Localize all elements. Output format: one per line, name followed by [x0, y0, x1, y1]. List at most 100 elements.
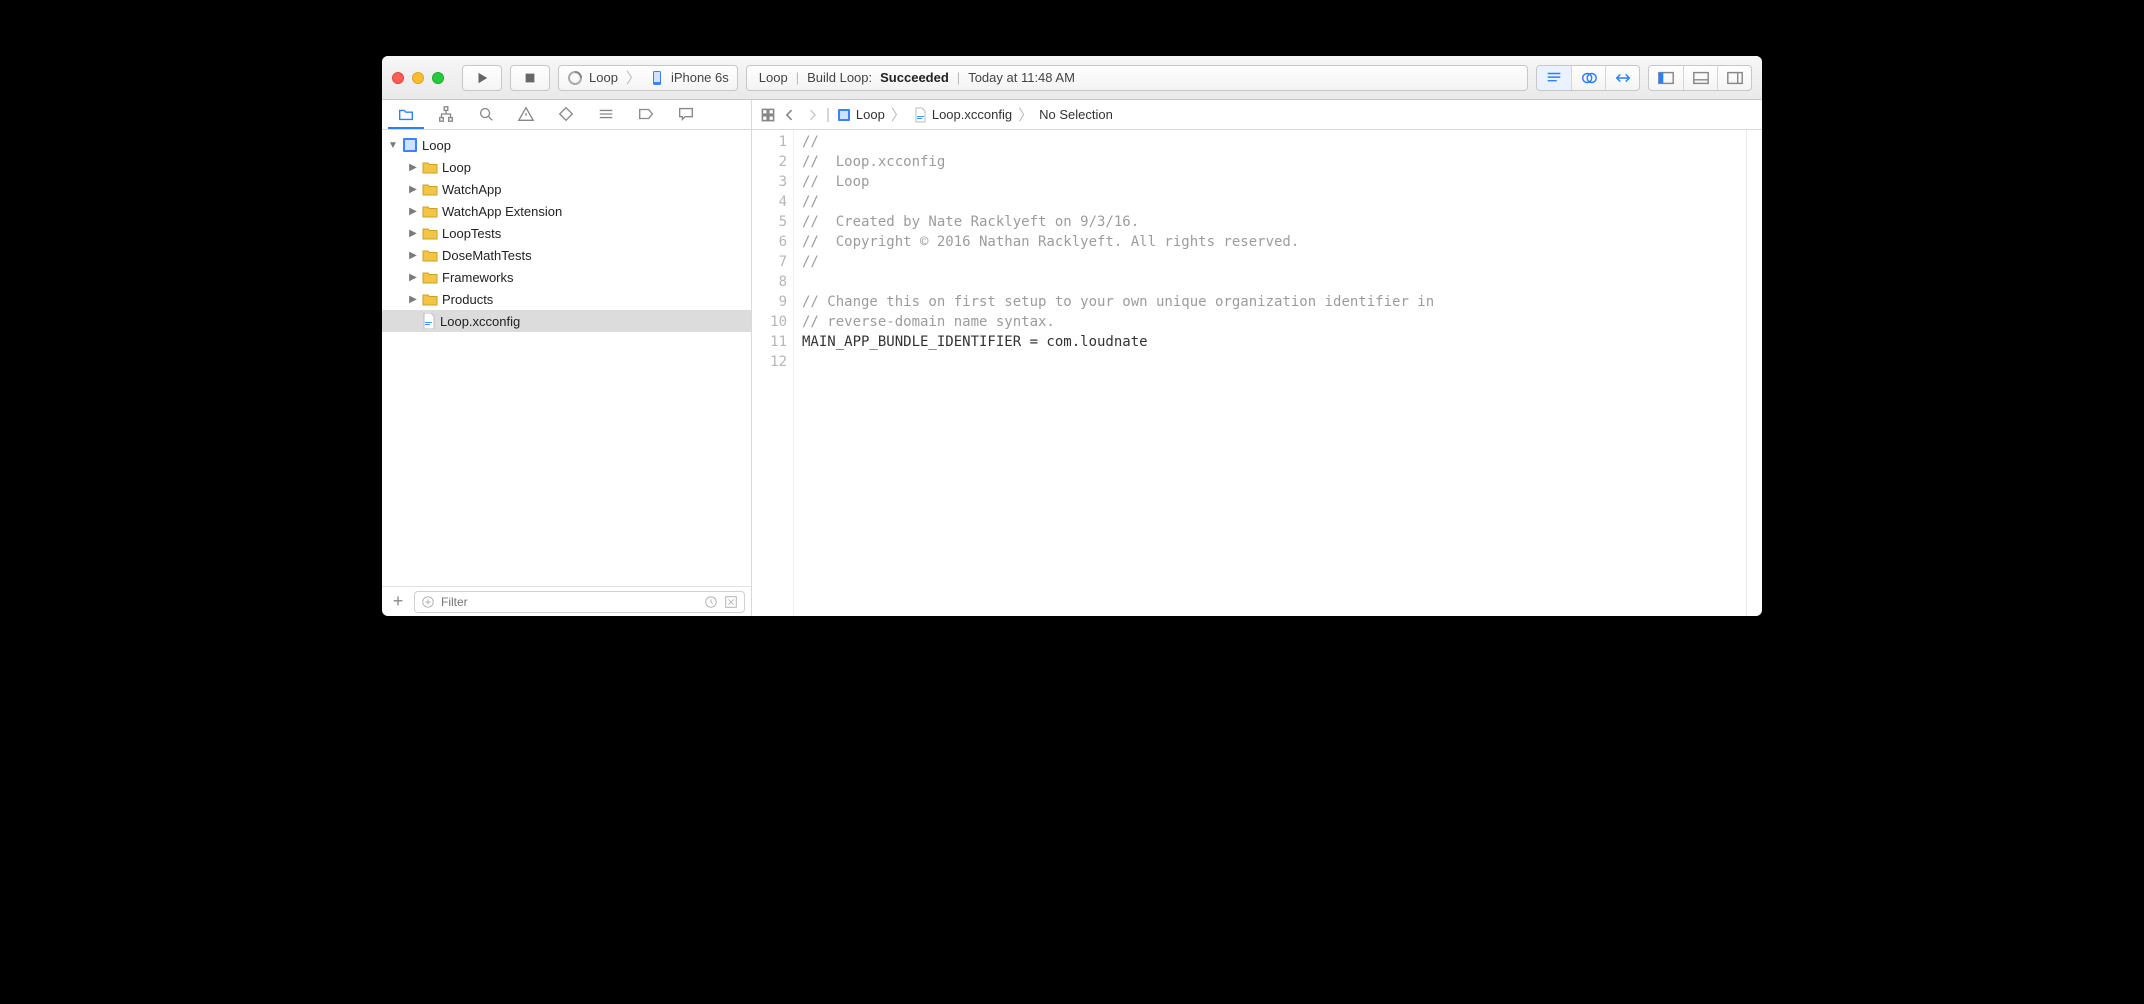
source-editor[interactable]: 123456789101112 //// Loop.xcconfig// Loo… — [752, 130, 1746, 616]
project-icon — [402, 137, 418, 153]
editor-mode-segment — [1536, 65, 1640, 91]
breadcrumb-file[interactable]: Loop.xcconfig — [912, 107, 1012, 123]
report-navigator-tab[interactable] — [668, 101, 704, 129]
venn-icon — [1580, 69, 1598, 87]
bottom-panel-icon — [1692, 69, 1710, 87]
scheme-icon — [567, 70, 583, 86]
filter-input[interactable] — [441, 595, 698, 609]
folder-label: WatchApp — [442, 182, 502, 197]
stop-icon — [523, 71, 537, 85]
project-tree[interactable]: ▼ Loop ▶Loop▶WatchApp▶WatchApp Extension… — [382, 130, 751, 586]
project-root-row[interactable]: ▼ Loop — [382, 134, 751, 156]
disclosure-triangle-icon[interactable]: ▶ — [408, 294, 418, 305]
warning-icon — [517, 105, 535, 123]
play-icon — [475, 71, 489, 85]
xcode-window: Loop 〉 iPhone 6s Loop | Build Loop: Succ… — [382, 56, 1762, 616]
left-panel-icon — [1657, 69, 1675, 87]
folder-icon — [422, 292, 438, 306]
navigator-filter-bar: + — [382, 586, 751, 616]
disclosure-triangle-icon[interactable]: ▶ — [408, 206, 418, 217]
status-app: Loop — [759, 70, 788, 85]
file-row-selected[interactable]: Loop.xcconfig — [382, 310, 751, 332]
status-result: Succeeded — [880, 70, 949, 85]
xcconfig-file-icon — [912, 107, 928, 123]
project-icon — [836, 107, 852, 123]
diamond-icon — [557, 105, 575, 123]
arrows-icon — [1614, 69, 1632, 87]
folder-row[interactable]: ▶ WatchApp — [382, 178, 751, 200]
close-window-button[interactable] — [392, 72, 404, 84]
jump-bar: | Loop 〉 Loop.xcconfig 〉 No Selection — [752, 100, 1762, 129]
search-icon — [477, 105, 495, 123]
disclosure-triangle-icon[interactable]: ▶ — [408, 162, 418, 173]
disclosure-triangle-icon[interactable]: ▼ — [388, 140, 398, 151]
minimize-window-button[interactable] — [412, 72, 424, 84]
xcconfig-file-icon — [422, 313, 436, 329]
right-panel-icon — [1726, 69, 1744, 87]
folder-icon — [422, 226, 438, 240]
folder-row[interactable]: ▶ Frameworks — [382, 266, 751, 288]
lines-icon — [1545, 69, 1563, 87]
folder-icon — [422, 160, 438, 174]
activity-status[interactable]: Loop | Build Loop: Succeeded | Today at … — [746, 65, 1528, 91]
status-pipe: | — [957, 70, 960, 85]
scope-icon — [421, 595, 435, 609]
scheme-selector[interactable]: Loop 〉 iPhone 6s — [558, 65, 738, 91]
disclosure-triangle-icon[interactable]: ▶ — [408, 228, 418, 239]
window-controls — [392, 72, 444, 84]
gauge-icon — [597, 105, 615, 123]
folder-label: Products — [442, 292, 493, 307]
editor-area: 123456789101112 //// Loop.xcconfig// Loo… — [752, 130, 1762, 616]
standard-editor-button[interactable] — [1537, 66, 1571, 90]
folder-row[interactable]: ▶ WatchApp Extension — [382, 200, 751, 222]
back-button[interactable] — [782, 107, 798, 123]
scheme-target-label: Loop — [589, 70, 618, 85]
toolbar: Loop 〉 iPhone 6s Loop | Build Loop: Succ… — [382, 56, 1762, 100]
toggle-debug-button[interactable] — [1683, 66, 1717, 90]
vertical-scrollbar[interactable] — [1746, 130, 1762, 616]
related-items-icon[interactable] — [760, 107, 776, 123]
find-navigator-tab[interactable] — [468, 101, 504, 129]
folder-icon — [422, 248, 438, 262]
scm-filter-icon[interactable] — [724, 595, 738, 609]
toggle-utilities-button[interactable] — [1717, 66, 1751, 90]
device-icon — [649, 70, 665, 86]
breadcrumb-file-label: Loop.xcconfig — [932, 107, 1012, 122]
workspace-body: ▼ Loop ▶Loop▶WatchApp▶WatchApp Extension… — [382, 130, 1762, 616]
folder-row[interactable]: ▶Loop — [382, 156, 751, 178]
test-navigator-tab[interactable] — [548, 101, 584, 129]
folder-row[interactable]: ▶DoseMathTests — [382, 244, 751, 266]
panel-toggle-segment — [1648, 65, 1752, 91]
run-button[interactable] — [462, 65, 502, 91]
folder-icon — [397, 105, 415, 123]
stop-button[interactable] — [510, 65, 550, 91]
speech-icon — [677, 105, 695, 123]
disclosure-triangle-icon[interactable]: ▶ — [408, 250, 418, 261]
version-editor-button[interactable] — [1605, 66, 1639, 90]
add-button[interactable]: + — [388, 591, 408, 612]
symbol-navigator-tab[interactable] — [428, 101, 464, 129]
folder-icon — [422, 182, 438, 196]
breakpoint-navigator-tab[interactable] — [628, 101, 664, 129]
issue-navigator-tab[interactable] — [508, 101, 544, 129]
recent-filter-icon[interactable] — [704, 595, 718, 609]
zoom-window-button[interactable] — [432, 72, 444, 84]
folder-label: WatchApp Extension — [442, 204, 562, 219]
folder-row[interactable]: ▶ Products — [382, 288, 751, 310]
folder-row[interactable]: ▶LoopTests — [382, 222, 751, 244]
disclosure-triangle-icon[interactable]: ▶ — [408, 184, 418, 195]
folder-icon — [422, 204, 438, 218]
project-navigator-tab[interactable] — [388, 101, 424, 129]
forward-button[interactable] — [804, 107, 820, 123]
debug-navigator-tab[interactable] — [588, 101, 624, 129]
source-code[interactable]: //// Loop.xcconfig// Loop//// Created by… — [794, 130, 1434, 616]
filter-field[interactable] — [414, 591, 745, 613]
assistant-editor-button[interactable] — [1571, 66, 1605, 90]
breadcrumb-selection[interactable]: No Selection — [1039, 107, 1113, 122]
breadcrumb-project[interactable]: Loop — [836, 107, 885, 123]
project-navigator: ▼ Loop ▶Loop▶WatchApp▶WatchApp Extension… — [382, 130, 752, 616]
hierarchy-icon — [437, 105, 455, 123]
folder-label: Frameworks — [442, 270, 514, 285]
disclosure-triangle-icon[interactable]: ▶ — [408, 272, 418, 283]
toggle-navigator-button[interactable] — [1649, 66, 1683, 90]
